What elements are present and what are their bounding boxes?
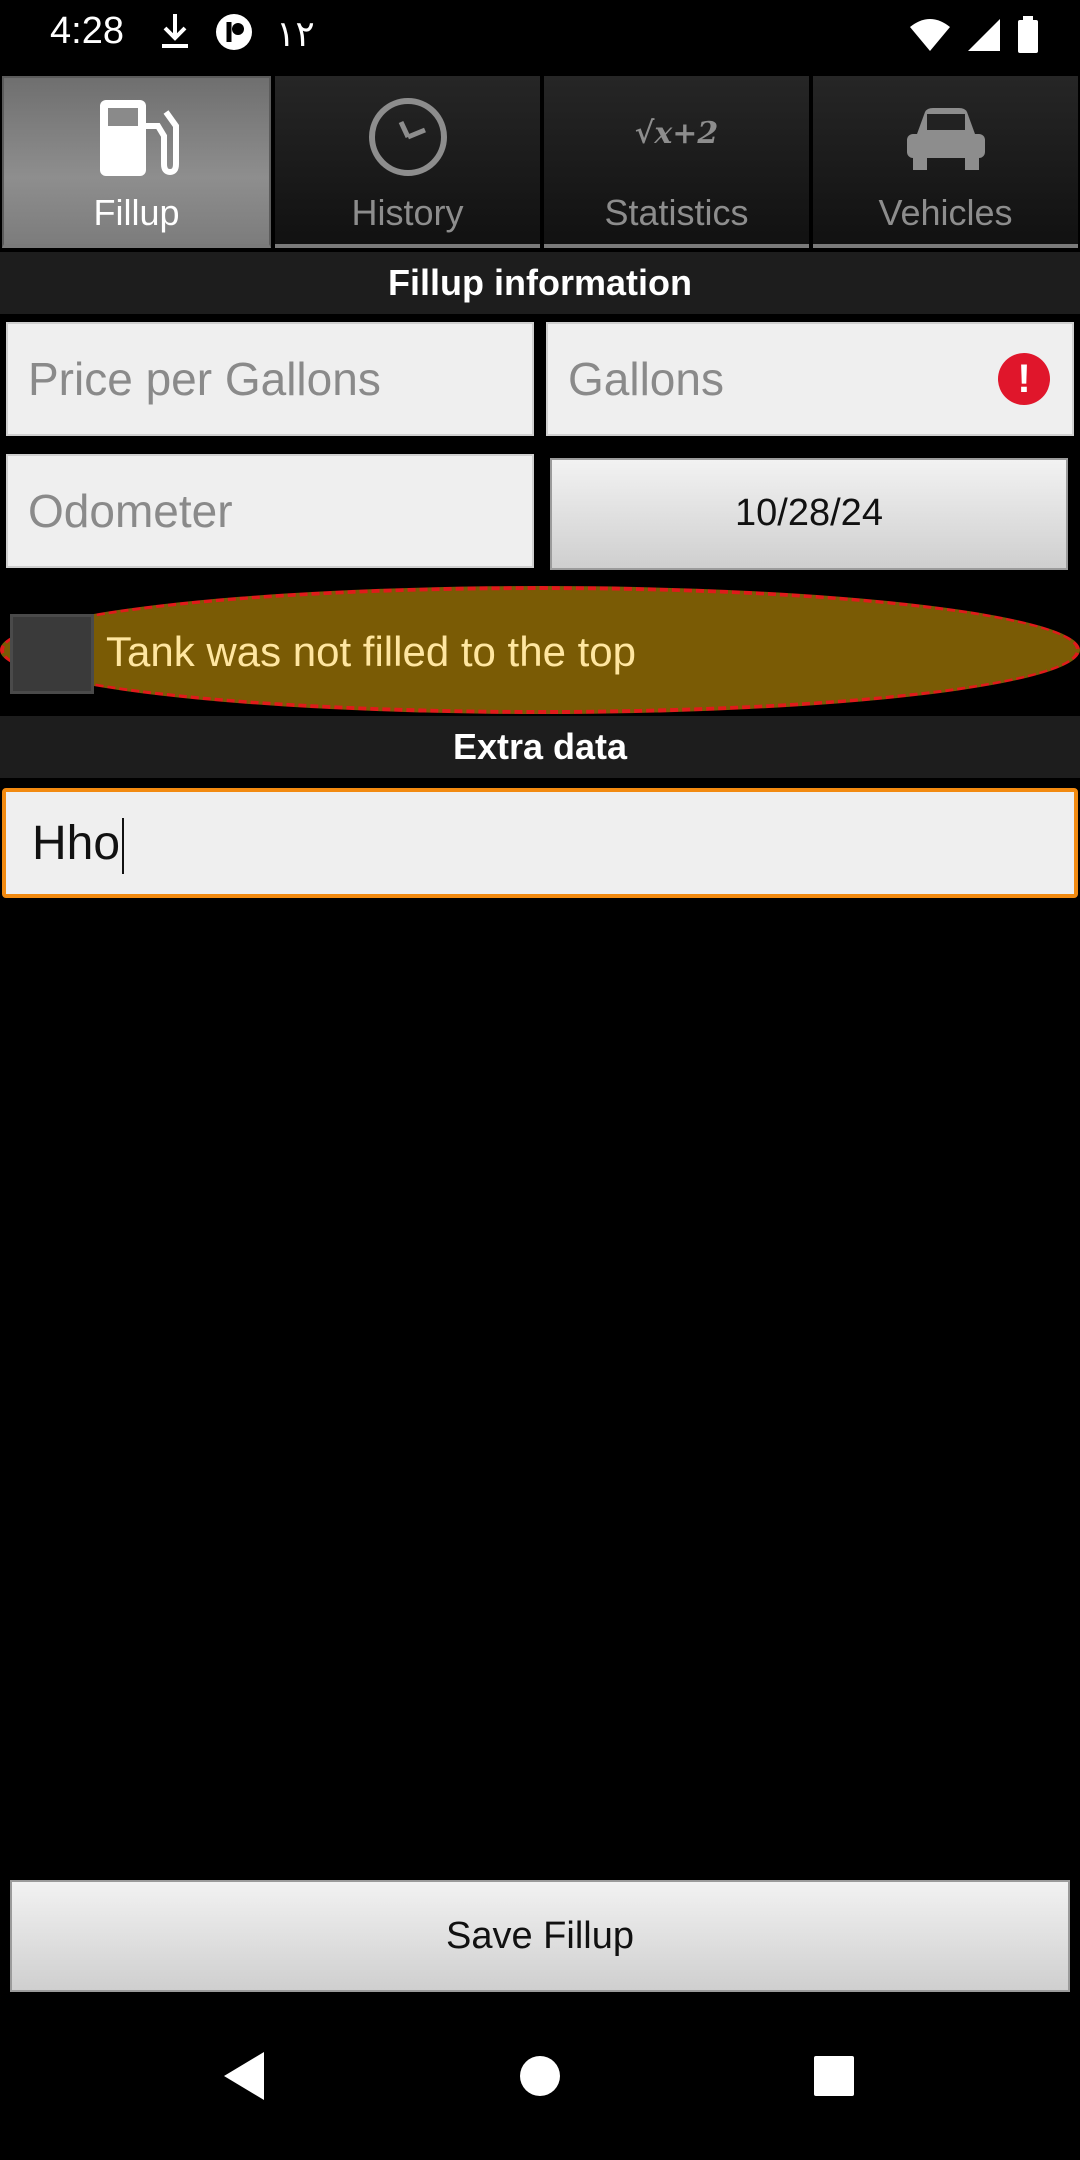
- clock-icon: [365, 94, 451, 185]
- recents-icon[interactable]: [812, 2050, 856, 2107]
- tank-not-full-checkbox[interactable]: [10, 614, 94, 694]
- extra-data-input[interactable]: Hho: [2, 788, 1078, 898]
- date-button[interactable]: 10/28/24: [550, 458, 1068, 570]
- tab-label: Fillup: [93, 192, 180, 233]
- tab-label: Statistics: [604, 192, 749, 233]
- price-per-gallon-field: [6, 322, 534, 436]
- tab-history[interactable]: History: [275, 76, 540, 248]
- odometer-field: [6, 454, 534, 568]
- extra-data-value: Hho: [32, 816, 125, 875]
- car-icon: [903, 104, 989, 179]
- navigation-bar: [0, 2010, 1080, 2160]
- status-right-icons: [908, 16, 1040, 59]
- status-bar: 4:28 ١٢: [0, 0, 1080, 70]
- status-time: 4:28: [50, 10, 124, 52]
- status-left-icons: ١٢: [158, 12, 315, 57]
- formula-text: √x+2: [634, 116, 719, 151]
- back-icon[interactable]: [220, 2050, 268, 2107]
- extra-data-header: Extra data: [0, 716, 1080, 778]
- signal-icon: [966, 17, 1002, 58]
- tab-fillup[interactable]: Fillup: [2, 76, 271, 248]
- status-number: ١٢: [276, 14, 315, 55]
- download-icon: [158, 12, 192, 57]
- tab-label: History: [351, 192, 464, 233]
- price-per-gallon-input[interactable]: [8, 324, 532, 434]
- tank-not-full-label[interactable]: Tank was not filled to the top: [106, 628, 636, 676]
- tab-vehicles[interactable]: Vehicles: [813, 76, 1078, 248]
- fuel-pump-icon: [94, 96, 180, 187]
- tab-statistics[interactable]: √x+2 Statistics: [544, 76, 809, 248]
- fillup-information-header: Fillup information: [0, 252, 1080, 314]
- app-indicator-icon: [214, 12, 254, 57]
- odometer-input[interactable]: [8, 456, 532, 566]
- gallons-input[interactable]: [548, 324, 1072, 434]
- battery-icon: [1016, 16, 1040, 59]
- extra-data-text: Hho: [32, 817, 121, 870]
- tab-bar: Fillup History √x+2 Statistics Vehicles: [0, 76, 1080, 248]
- tank-not-full-row: Tank was not filled to the top: [0, 580, 1080, 720]
- gallons-field: !: [546, 322, 1074, 436]
- save-fillup-button[interactable]: Save Fillup: [10, 1880, 1070, 1992]
- tab-label: Vehicles: [878, 192, 1013, 233]
- error-icon: !: [998, 353, 1050, 405]
- text-cursor: [122, 818, 125, 875]
- wifi-icon: [908, 17, 952, 58]
- home-icon[interactable]: [518, 2050, 562, 2107]
- formula-icon: √x+2: [635, 116, 719, 151]
